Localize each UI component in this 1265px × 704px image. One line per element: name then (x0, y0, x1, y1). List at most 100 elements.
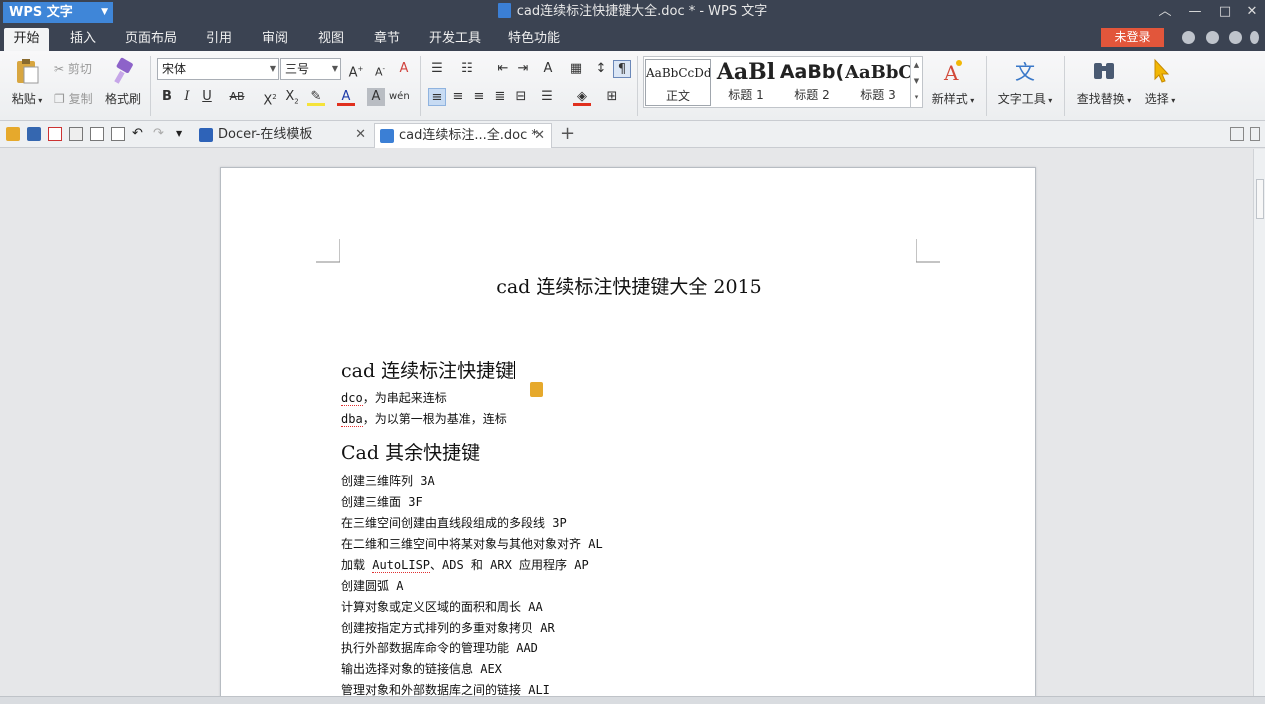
style-preview: AaBbCcDd (646, 66, 710, 80)
close-icon[interactable]: ✕ (355, 123, 366, 147)
tab-home[interactable]: 开始 (4, 28, 49, 51)
tab-review[interactable]: 审阅 (255, 28, 295, 51)
text-line-rest: ，为串起来连标 (362, 391, 447, 405)
spelling-flagged-word: AutoLISP (372, 558, 431, 573)
underline-icon[interactable]: U (198, 88, 216, 106)
text-tools-icon: 文 (1015, 60, 1035, 84)
style-name: 标题 1 (728, 88, 764, 102)
strikethrough-icon[interactable]: AB (226, 88, 248, 106)
sync-icon[interactable] (1206, 31, 1219, 44)
decrease-indent-icon[interactable]: ⇤ (494, 60, 512, 78)
justify-icon[interactable]: ≣ (491, 88, 509, 106)
highlight-icon[interactable]: ✎ (307, 88, 325, 106)
redo-icon[interactable]: ↷ (153, 127, 167, 141)
heading-2: Cad 其余快捷键 (341, 442, 481, 464)
grow-font-icon[interactable]: A+ (347, 60, 365, 80)
login-button[interactable]: 未登录 (1101, 28, 1164, 47)
find-replace-label: 查找替换 (1076, 92, 1125, 106)
text-direction-icon[interactable]: A (539, 60, 557, 78)
document-check-icon[interactable] (111, 127, 125, 141)
select-button[interactable]: 选择 ▾ (1140, 57, 1180, 107)
style-normal[interactable]: AaBbCcDd 正文 (645, 59, 711, 106)
scrollbar-thumb[interactable] (1256, 179, 1264, 219)
minimize-button[interactable]: — (1180, 2, 1210, 22)
print-icon[interactable] (69, 127, 83, 141)
bullet-list-icon[interactable]: ☰ (428, 60, 446, 78)
increase-indent-icon[interactable]: ⇥ (514, 60, 532, 78)
tab-developer[interactable]: 开发工具 (424, 28, 486, 51)
char-shading-icon[interactable]: A (367, 88, 385, 106)
open-folder-icon[interactable] (6, 127, 20, 141)
cut-label: 剪切 (67, 62, 92, 76)
tab-page-layout[interactable]: 页面布局 (120, 28, 182, 51)
status-bar (0, 696, 1265, 704)
font-color-icon[interactable]: A (337, 88, 355, 106)
superscript-icon[interactable]: X2 (261, 88, 279, 108)
align-left-icon[interactable]: ≡ (428, 88, 446, 106)
format-painter-button[interactable]: 格式刷 (102, 57, 144, 107)
bold-icon[interactable]: B (158, 88, 176, 106)
text-line: 创建按指定方式排列的多重对象拷贝 AR (341, 621, 555, 635)
shading-icon[interactable]: ◈ (573, 88, 591, 106)
find-replace-button[interactable]: 查找替换 ▾ (1072, 57, 1136, 107)
tab-special-features[interactable]: 特色功能 (503, 28, 565, 51)
collapse-ribbon-button[interactable]: ︿ (1150, 2, 1180, 22)
tab-view[interactable]: 视图 (311, 28, 351, 51)
tab-chapter[interactable]: 章节 (367, 28, 407, 51)
save-icon[interactable] (27, 127, 41, 141)
numbered-list-icon[interactable]: ☷ (458, 60, 476, 78)
style-gallery-scroll[interactable]: ▲ ▼ ▾ (910, 57, 922, 107)
new-style-label: 新样式 (931, 92, 968, 106)
distribute-icon[interactable]: ⊟ (512, 88, 530, 106)
cut-button[interactable]: ✂ 剪切 (54, 60, 92, 77)
style-heading-1[interactable]: AaBl 标题 1 (713, 59, 779, 106)
borders-icon[interactable]: ⊞ (603, 88, 621, 106)
customize-dropdown-icon[interactable]: ▼ (176, 127, 190, 141)
skin-icon[interactable] (1229, 31, 1242, 44)
maximize-button[interactable]: □ (1210, 2, 1240, 22)
help-icon[interactable] (1182, 31, 1195, 44)
clear-format-icon[interactable]: A (395, 60, 413, 78)
paste-options-icon[interactable] (530, 382, 543, 397)
font-size-select[interactable]: 三号 ▼ (280, 58, 341, 80)
doc-tab-current[interactable]: cad连续标注...全.doc * ✕ (374, 123, 552, 148)
more-icon[interactable] (1250, 31, 1259, 44)
style-heading-3[interactable]: AaBbC 标题 3 (845, 59, 911, 106)
cursor-icon (1154, 58, 1170, 83)
line-spacing-icon[interactable]: ☰ (538, 88, 556, 106)
tab-list-icon[interactable] (1250, 127, 1260, 141)
italic-icon[interactable]: I (178, 88, 196, 106)
copy-button[interactable]: ❐ 复制 (54, 90, 93, 107)
style-preview: AaBbC (845, 62, 911, 83)
tab-references[interactable]: 引用 (199, 28, 239, 51)
text-tools-label: 文字工具 (997, 92, 1046, 106)
text-line: 管理对象和外部数据库之间的链接 ALI (341, 683, 550, 696)
font-name-select[interactable]: 宋体 ▼ (157, 58, 279, 80)
align-right-icon[interactable]: ≡ (470, 88, 488, 106)
paste-button[interactable]: 粘贴 ▾ (6, 57, 48, 107)
print-preview-icon[interactable] (90, 127, 104, 141)
vertical-scrollbar[interactable] (1253, 149, 1265, 696)
new-style-button[interactable]: A 新样式 ▾ (928, 57, 978, 107)
close-button[interactable]: ✕ (1237, 2, 1265, 22)
align-center-icon[interactable]: ≡ (449, 88, 467, 106)
divider (637, 56, 638, 116)
document-page[interactable]: cad 连续标注快捷键大全 2015 cad 连续标注快捷键 dco，为串起来连… (220, 167, 1036, 696)
new-tab-icon[interactable]: + (560, 125, 575, 143)
tab-insert[interactable]: 插入 (63, 28, 103, 51)
style-heading-2[interactable]: AaBb(标题 2 (779, 59, 845, 106)
subscript-icon[interactable]: X2 (283, 88, 301, 106)
sort-icon[interactable]: ↕ (592, 60, 610, 78)
doc-tab-docer[interactable]: Docer-在线模板 ✕ (194, 123, 372, 148)
table-icon[interactable]: ▦ (567, 60, 585, 78)
close-icon[interactable]: ✕ (534, 124, 545, 148)
pinyin-guide-icon[interactable]: wén (389, 88, 410, 106)
divider (420, 56, 421, 116)
shrink-font-icon[interactable]: A- (371, 60, 389, 79)
export-pdf-icon[interactable] (48, 127, 62, 141)
show-marks-icon[interactable]: ¶ (613, 60, 631, 78)
undo-icon[interactable]: ↶ (132, 127, 146, 141)
text-tools-button[interactable]: 文 文字工具 ▾ (994, 57, 1056, 107)
restore-tab-icon[interactable] (1230, 127, 1244, 141)
style-name: 标题 3 (860, 88, 896, 102)
